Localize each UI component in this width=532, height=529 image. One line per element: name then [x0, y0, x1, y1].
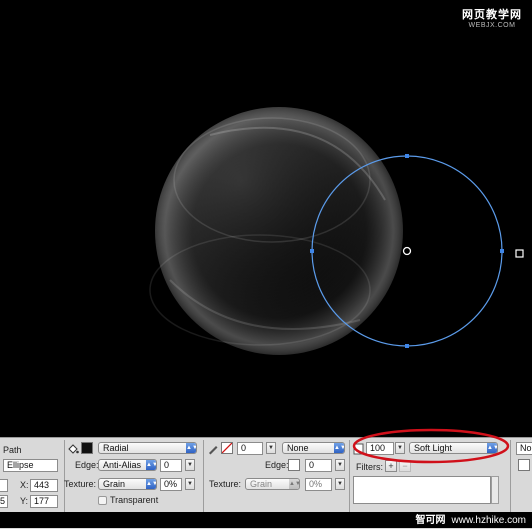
- chevron-down-icon: ▲▼: [186, 443, 197, 453]
- fill-texture-value: Grain: [103, 479, 126, 489]
- stroke-texture-value: Grain: [250, 479, 273, 489]
- remove-filter-button[interactable]: −: [399, 460, 411, 472]
- filters-list[interactable]: [353, 476, 491, 504]
- blend-mode-select[interactable]: Soft Light ▲▼: [409, 442, 498, 454]
- fill-texture-select[interactable]: Grain ▲▼: [98, 478, 157, 490]
- center-handle: [402, 246, 412, 256]
- divider: [510, 440, 511, 512]
- chevron-down-icon: ▲▼: [334, 443, 345, 453]
- fill-color-swatch[interactable]: [81, 442, 93, 454]
- bubble-sphere: [149, 107, 403, 355]
- stroke-size-dropdown[interactable]: ▼: [266, 442, 276, 454]
- stroke-size-field[interactable]: 0: [237, 442, 263, 455]
- divider: [203, 440, 204, 512]
- document-canvas[interactable]: 网页教学网 WEBJX.COM: [0, 0, 532, 437]
- stroke-category-select[interactable]: None ▲▼: [282, 442, 345, 454]
- chevron-down-icon: ▲▼: [146, 479, 157, 489]
- watermark-bottom: 智可网 www.hzhike.com: [416, 511, 526, 526]
- fill-edge-select[interactable]: Anti-Alias ▲▼: [98, 459, 157, 471]
- chevron-down-icon: ▲▼: [146, 460, 157, 470]
- width-field[interactable]: [0, 479, 8, 492]
- right-panel-field[interactable]: No: [516, 442, 532, 455]
- canvas-artwork: [149, 107, 524, 355]
- add-filter-button[interactable]: +: [385, 460, 397, 472]
- gradient-handle: [515, 249, 524, 258]
- fill-texture-amount-dropdown[interactable]: ▼: [185, 478, 195, 490]
- fill-edge-label: Edge:: [75, 460, 99, 470]
- opacity-icon: [353, 443, 365, 455]
- chevron-down-icon: ▲▼: [487, 443, 498, 453]
- stroke-category-value: None: [287, 443, 309, 453]
- stroke-color-swatch[interactable]: [221, 442, 233, 454]
- stroke-texture-amount[interactable]: 0%: [305, 478, 332, 491]
- fill-edge-amount-dropdown[interactable]: ▼: [185, 459, 195, 471]
- handle-bottom: [405, 344, 409, 348]
- fill-edge-amount[interactable]: 0: [160, 459, 182, 472]
- watermark-url: WEBJX.COM: [468, 22, 516, 29]
- paint-bucket-icon[interactable]: [67, 443, 79, 455]
- x-label: X:: [20, 480, 29, 490]
- handle-left: [310, 249, 314, 253]
- stroke-edge-swatch[interactable]: [288, 459, 300, 471]
- x-field[interactable]: 443: [30, 479, 58, 492]
- filters-scrollbar[interactable]: [491, 476, 499, 504]
- fill-edge-value: Anti-Alias: [103, 460, 142, 470]
- fill-type-select[interactable]: Radial ▲▼: [98, 442, 197, 454]
- watermark-logo: 网页教学网 WEBJX.COM: [462, 6, 522, 29]
- right-panel-swatch[interactable]: [518, 459, 530, 471]
- watermark-title: 网页教学网: [462, 9, 522, 21]
- stroke-edge-amount[interactable]: 0: [305, 459, 332, 472]
- divider: [64, 440, 65, 512]
- height-field[interactable]: 5: [0, 495, 8, 508]
- filters-label: Filters:: [356, 462, 383, 472]
- y-field[interactable]: 177: [30, 495, 58, 508]
- transparent-checkbox[interactable]: [98, 496, 107, 505]
- stroke-texture-select[interactable]: Grain ▲▼: [245, 478, 300, 490]
- blend-mode-value: Soft Light: [414, 443, 453, 453]
- opacity-dropdown[interactable]: ▼: [395, 442, 405, 454]
- handle-top: [405, 154, 409, 158]
- stroke-texture-dropdown[interactable]: ▼: [335, 478, 345, 490]
- watermark-bottom-cn: 智可网: [415, 515, 446, 526]
- object-type-label: Path: [3, 445, 22, 455]
- fill-texture-amount[interactable]: 0%: [160, 478, 182, 491]
- fill-texture-label: Texture:: [64, 479, 97, 489]
- handle-right: [500, 249, 504, 253]
- watermark-bottom-url: www.hzhike.com: [451, 515, 526, 526]
- object-name-field[interactable]: Ellipse: [3, 459, 58, 472]
- stroke-edge-dropdown[interactable]: ▼: [335, 459, 345, 471]
- stroke-texture-label: Texture:: [209, 479, 242, 489]
- fill-type-value: Radial: [103, 443, 129, 453]
- opacity-field[interactable]: 100: [366, 442, 394, 455]
- chevron-down-icon: ▲▼: [289, 479, 300, 489]
- divider: [349, 440, 350, 512]
- stroke-edge-label: Edge:: [265, 460, 289, 470]
- y-label: Y:: [20, 496, 29, 506]
- pencil-icon[interactable]: [207, 443, 219, 455]
- transparent-label: Transparent: [110, 495, 159, 505]
